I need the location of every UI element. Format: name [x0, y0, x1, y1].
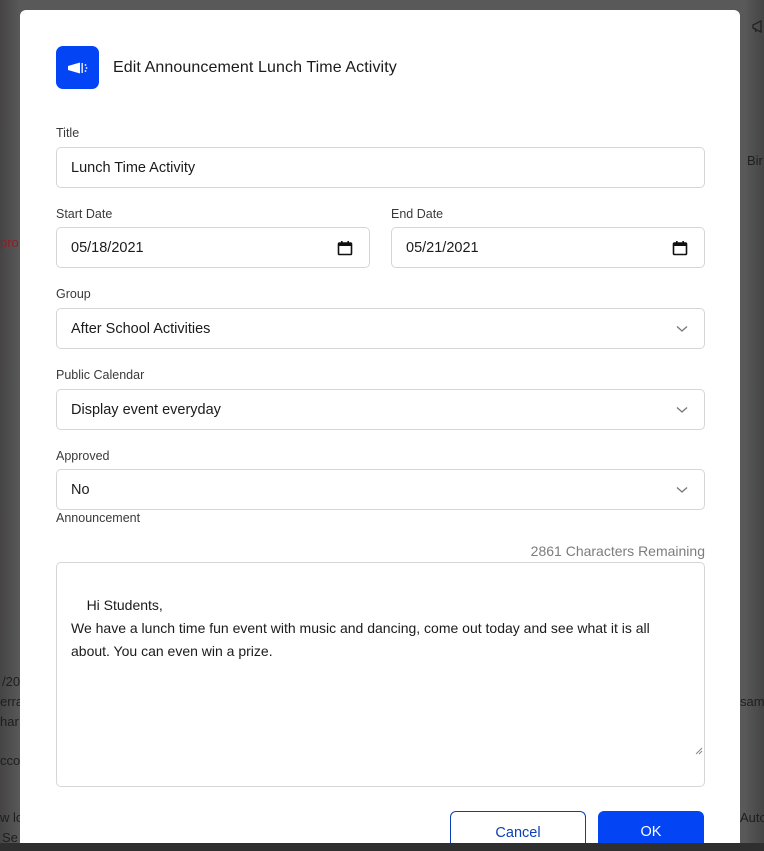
title-input[interactable]: Lunch Time Activity	[56, 147, 705, 188]
background-text-fragment: Auto	[740, 810, 764, 825]
background-megaphone-icon	[752, 20, 764, 37]
start-date-input[interactable]: 05/18/2021	[56, 227, 370, 268]
background-text-fragment: /20	[2, 674, 21, 689]
chevron-down-icon	[676, 325, 688, 333]
approved-selected-value: No	[71, 481, 90, 498]
calendar-icon[interactable]	[672, 240, 688, 256]
end-date-input[interactable]: 05/21/2021	[391, 227, 705, 268]
chevron-down-icon	[676, 406, 688, 414]
background-text-fragment: Bir	[747, 153, 763, 168]
approved-select[interactable]: No	[56, 469, 705, 510]
background-bottom-bar	[0, 843, 764, 851]
group-select[interactable]: After School Activities	[56, 308, 705, 349]
background-text-fragment: pro	[0, 235, 19, 250]
end-date-label: End Date	[391, 207, 444, 221]
announcement-textarea[interactable]: Hi Students, We have a lunch time fun ev…	[56, 562, 705, 787]
dialog-title: Edit Announcement Lunch Time Activity	[113, 58, 397, 76]
group-label: Group	[56, 287, 91, 301]
title-input-value: Lunch Time Activity	[71, 159, 196, 176]
start-date-value: 05/18/2021	[71, 239, 144, 256]
public-calendar-label: Public Calendar	[56, 368, 145, 382]
background-text-fragment: cco	[0, 753, 21, 768]
edit-announcement-dialog: Edit Announcement Lunch Time Activity Ti…	[20, 10, 740, 843]
calendar-icon[interactable]	[337, 240, 353, 256]
group-selected-value: After School Activities	[71, 320, 211, 337]
end-date-value: 05/21/2021	[406, 239, 479, 256]
megaphone-icon	[56, 46, 99, 89]
characters-remaining-counter: 2861 Characters Remaining	[530, 543, 705, 559]
title-label: Title	[56, 126, 80, 140]
public-calendar-select[interactable]: Display event everyday	[56, 389, 705, 430]
resize-handle-icon[interactable]	[671, 716, 703, 785]
ok-button[interactable]: OK	[598, 811, 704, 843]
announcement-text: Hi Students, We have a lunch time fun ev…	[71, 597, 650, 659]
announcement-label: Announcement	[56, 511, 141, 525]
dialog-header: Edit Announcement Lunch Time Activity	[56, 46, 397, 89]
public-calendar-selected-value: Display event everyday	[71, 401, 221, 418]
background-text-fragment: sam	[740, 694, 764, 709]
background-text-fragment: har	[0, 714, 19, 729]
cancel-button[interactable]: Cancel	[450, 811, 586, 843]
start-date-label: Start Date	[56, 207, 113, 221]
chevron-down-icon	[676, 486, 688, 494]
approved-label: Approved	[56, 449, 110, 463]
